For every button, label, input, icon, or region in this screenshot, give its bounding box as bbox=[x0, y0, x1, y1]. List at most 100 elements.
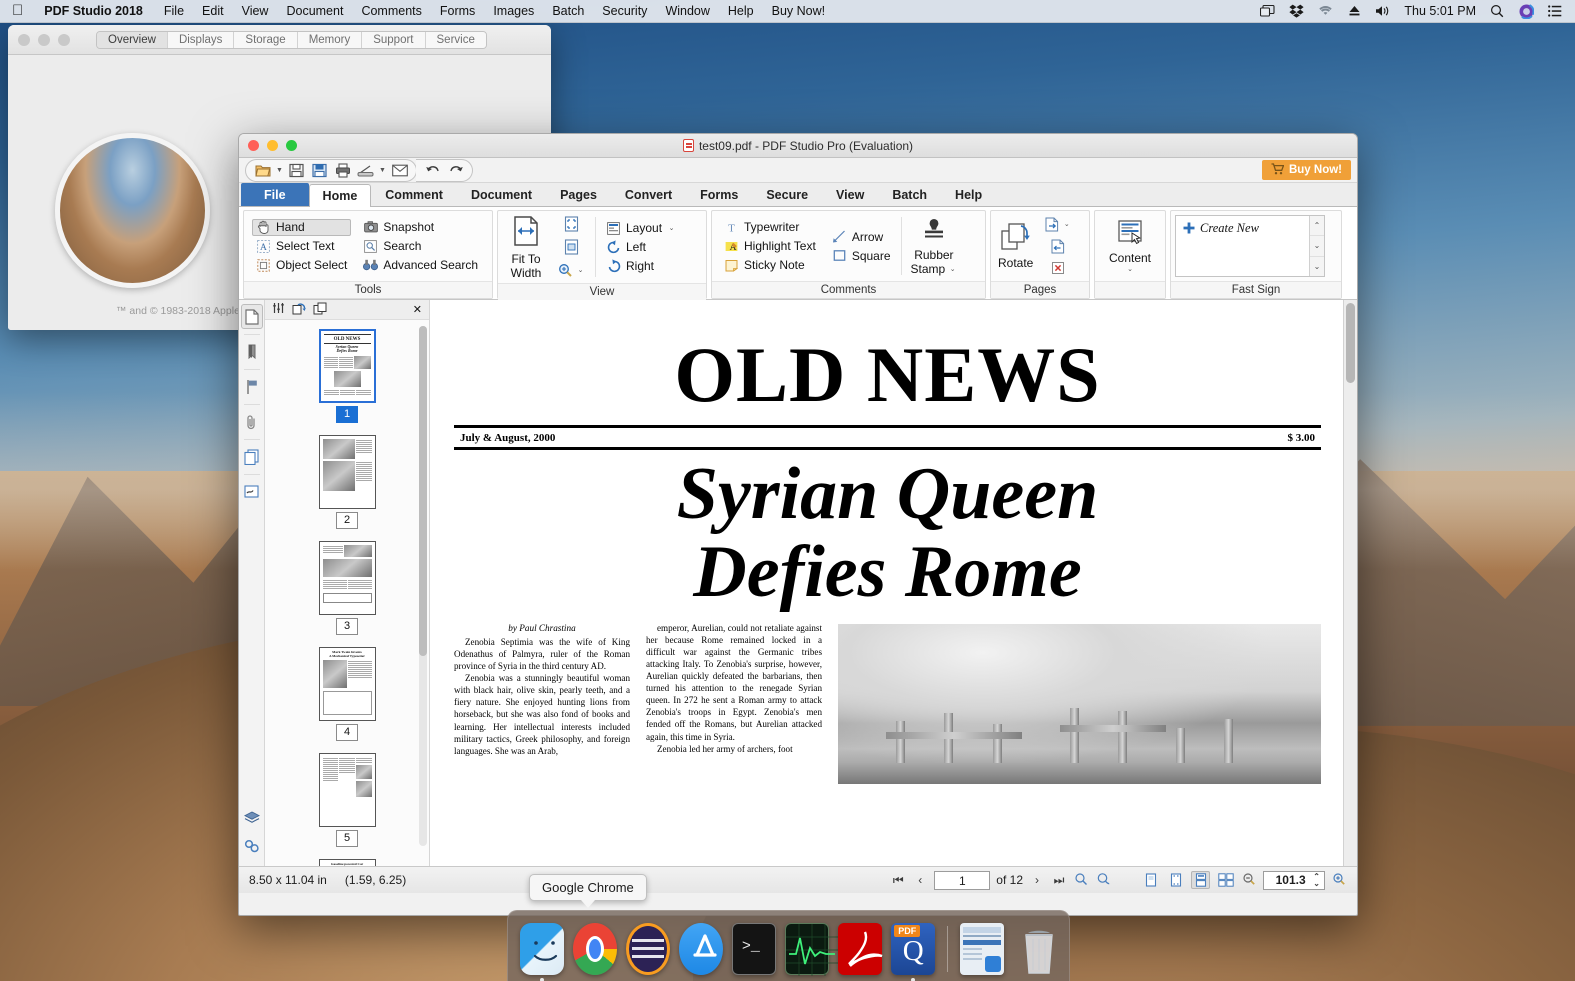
insert-dropdown-caret[interactable]: ⌄ bbox=[1062, 220, 1071, 228]
tab-service[interactable]: Service bbox=[425, 31, 486, 48]
menubar-app-name[interactable]: PDF Studio 2018 bbox=[35, 4, 155, 18]
google-chrome-icon[interactable] bbox=[572, 923, 617, 975]
finder-icon[interactable] bbox=[520, 923, 564, 981]
thumbnail-item-6[interactable]: Gasoline powered CarBeats Stanley Steame… bbox=[265, 859, 429, 866]
thumbnail-item-4[interactable]: Mark Twain Invents A Mechanical Typesette… bbox=[265, 647, 429, 741]
hand-tool-button[interactable]: Hand bbox=[252, 218, 352, 236]
chevron-down-icon[interactable]: ⌄ bbox=[1310, 236, 1324, 257]
thumbnail-item-2[interactable]: 2 bbox=[265, 435, 429, 529]
bookmarks-panel-icon[interactable] bbox=[241, 339, 263, 364]
tab-help[interactable]: Help bbox=[941, 183, 996, 206]
fit-to-width-button[interactable]: Fit To Width bbox=[502, 214, 550, 280]
close-button[interactable] bbox=[18, 33, 30, 46]
fit-page-button[interactable] bbox=[554, 216, 589, 233]
document-viewport[interactable]: OLD NEWS July & August, 2000 $ 3.00 Syri… bbox=[430, 300, 1357, 866]
pdf-studio-icon[interactable]: PDF Q bbox=[891, 923, 936, 981]
fast-sign-list[interactable]: Create New ⌃ ⌄ ⌄ bbox=[1175, 215, 1325, 277]
loupe-icon[interactable] bbox=[1095, 872, 1111, 889]
rotate-left-button[interactable]: Left bbox=[602, 239, 680, 256]
chevron-double-down-icon[interactable]: ⌄ bbox=[1310, 257, 1324, 276]
actual-size-button[interactable] bbox=[554, 239, 589, 256]
menubar-item-batch[interactable]: Batch bbox=[543, 4, 593, 18]
trash-icon[interactable] bbox=[1013, 923, 1057, 975]
snapshot-button[interactable]: Snapshot bbox=[359, 219, 482, 236]
thumbnail-list[interactable]: OLD NEWS Syrian Queen Defies Rome 1 2 3 … bbox=[265, 320, 429, 866]
scan-dropdown-caret[interactable]: ▼ bbox=[378, 167, 387, 174]
flag-panel-icon[interactable] bbox=[241, 374, 263, 399]
undo-icon[interactable] bbox=[422, 161, 443, 180]
layout-dropdown-caret[interactable]: ⌄ bbox=[667, 224, 676, 232]
rubber-stamp-dropdown-caret[interactable]: ⌄ bbox=[948, 266, 957, 274]
tab-document[interactable]: Document bbox=[457, 183, 546, 206]
tab-convert[interactable]: Convert bbox=[611, 183, 686, 206]
tab-support[interactable]: Support bbox=[362, 31, 426, 48]
object-select-button[interactable]: Object Select bbox=[252, 257, 351, 274]
screen-mirroring-icon[interactable] bbox=[1259, 4, 1275, 18]
layers-panel-icon[interactable] bbox=[241, 805, 263, 830]
thumbnails-panel-icon[interactable] bbox=[241, 444, 263, 469]
menubar-item-comments[interactable]: Comments bbox=[352, 4, 430, 18]
content-dropdown-caret[interactable]: ⌄ bbox=[1126, 266, 1135, 274]
facing-pages-icon[interactable] bbox=[1166, 871, 1185, 889]
email-icon[interactable] bbox=[389, 161, 410, 180]
eclipse-icon[interactable] bbox=[625, 923, 670, 975]
rotate-pages-button[interactable]: Rotate bbox=[995, 214, 1036, 278]
zoom-plus-icon[interactable] bbox=[1331, 872, 1347, 889]
menubar-item-images[interactable]: Images bbox=[484, 4, 543, 18]
thumbnail-scrollbar[interactable] bbox=[419, 326, 427, 846]
sticky-note-button[interactable]: Sticky Note bbox=[720, 257, 820, 274]
close-panel-icon[interactable]: ✕ bbox=[413, 303, 422, 316]
square-annotation-button[interactable]: Square bbox=[828, 247, 895, 264]
eject-icon[interactable] bbox=[1346, 4, 1362, 18]
rotate-page-right-icon[interactable] bbox=[313, 302, 328, 318]
tab-displays[interactable]: Displays bbox=[167, 31, 235, 48]
terminal-icon[interactable]: >_ bbox=[731, 923, 777, 975]
chevron-up-icon[interactable]: ⌃ bbox=[1310, 216, 1324, 237]
search-icon[interactable] bbox=[1489, 4, 1505, 18]
first-page-icon[interactable]: ⏮ bbox=[890, 873, 906, 888]
page-number-input[interactable]: 1 bbox=[934, 870, 991, 890]
rotate-right-button[interactable]: Right bbox=[602, 258, 680, 275]
open-file-icon[interactable] bbox=[252, 161, 273, 180]
tab-storage[interactable]: Storage bbox=[234, 31, 298, 48]
activity-monitor-icon[interactable] bbox=[785, 923, 839, 976]
tab-secure[interactable]: Secure bbox=[752, 183, 822, 206]
pages-panel-icon[interactable] bbox=[240, 304, 263, 329]
select-text-button[interactable]: A Select Text bbox=[252, 238, 351, 255]
thumbnail-settings-icon[interactable] bbox=[272, 302, 285, 317]
tab-batch[interactable]: Batch bbox=[878, 183, 941, 206]
zoom-level-input[interactable]: 101.3 ⌃ ⌄ bbox=[1263, 870, 1325, 890]
typewriter-button[interactable]: T Typewriter bbox=[720, 219, 820, 236]
adobe-acrobat-icon[interactable] bbox=[838, 923, 883, 975]
signatures-panel-icon[interactable] bbox=[241, 479, 263, 504]
open-dropdown-caret[interactable]: ▼ bbox=[275, 167, 284, 174]
extract-pages-button[interactable] bbox=[1040, 238, 1075, 255]
thumbnail-item-3[interactable]: 3 bbox=[265, 541, 429, 635]
tab-memory[interactable]: Memory bbox=[297, 31, 363, 48]
tab-forms[interactable]: Forms bbox=[686, 183, 752, 206]
maximize-button[interactable] bbox=[58, 33, 70, 46]
menubar-item-help[interactable]: Help bbox=[719, 4, 763, 18]
menubar-item-document[interactable]: Document bbox=[277, 4, 352, 18]
tab-comment[interactable]: Comment bbox=[371, 183, 457, 206]
redo-icon[interactable] bbox=[445, 161, 466, 180]
links-panel-icon[interactable] bbox=[241, 833, 263, 858]
save-icon[interactable] bbox=[286, 161, 307, 180]
create-new-signature-button[interactable]: Create New bbox=[1176, 216, 1309, 276]
menubar-clock[interactable]: Thu 5:01 PM bbox=[1404, 4, 1476, 18]
dropbox-icon[interactable] bbox=[1288, 4, 1304, 18]
last-page-icon[interactable]: ⏭ bbox=[1051, 873, 1067, 888]
tab-overview[interactable]: Overview bbox=[97, 31, 168, 48]
thumbnail-item-5[interactable]: 5 bbox=[265, 753, 429, 847]
search-button[interactable]: Search bbox=[359, 238, 482, 255]
thumbnail-item-1[interactable]: OLD NEWS Syrian Queen Defies Rome 1 bbox=[265, 329, 429, 423]
scan-icon[interactable] bbox=[355, 161, 376, 180]
document-scrollbar[interactable] bbox=[1343, 300, 1357, 866]
app-store-icon[interactable] bbox=[678, 923, 723, 975]
zoom-out-tool-icon[interactable] bbox=[1073, 872, 1089, 889]
minimize-button[interactable] bbox=[38, 33, 50, 46]
control-center-icon[interactable] bbox=[1547, 4, 1563, 18]
rotate-page-left-icon[interactable] bbox=[292, 302, 306, 318]
arrow-annotation-button[interactable]: Arrow bbox=[828, 228, 895, 245]
fast-sign-scrollbar[interactable]: ⌃ ⌄ ⌄ bbox=[1309, 216, 1324, 276]
